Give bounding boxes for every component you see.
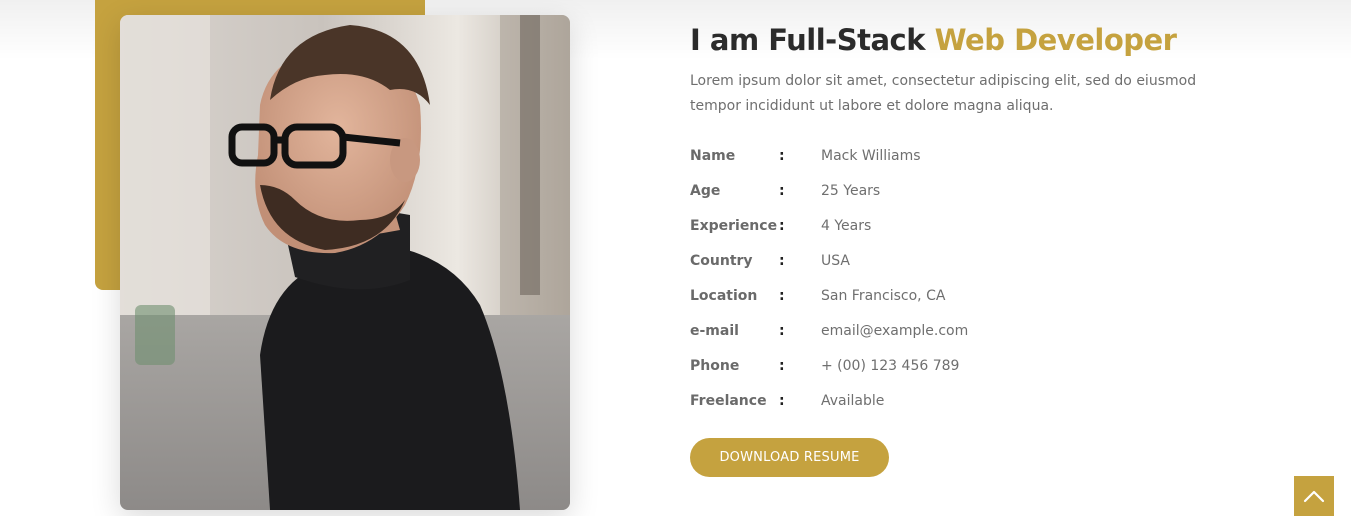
info-separator: : (779, 217, 785, 234)
info-separator: : (779, 147, 785, 164)
info-separator: : (779, 322, 785, 339)
info-row-country: Country : USA (690, 243, 1250, 278)
info-row-phone: Phone : + (00) 123 456 789 (690, 348, 1250, 383)
info-label: Phone (690, 357, 740, 374)
about-intro: Lorem ipsum dolor sit amet, consectetur … (690, 73, 1197, 114)
info-row-location: Location : San Francisco, CA (690, 278, 1250, 313)
info-value: Mack Williams (821, 147, 921, 164)
info-separator: : (779, 357, 785, 374)
chevron-up-icon (1303, 490, 1325, 503)
info-value: 4 Years (821, 217, 872, 234)
info-separator: : (779, 182, 785, 199)
profile-photo (120, 15, 570, 510)
info-row-name: Name : Mack Williams (690, 138, 1250, 173)
about-heading: I am Full-Stack Web Developer (690, 20, 1250, 60)
info-label: e-mail (690, 322, 739, 339)
info-row-age: Age : 25 Years (690, 173, 1250, 208)
info-value: 25 Years (821, 182, 881, 199)
heading-prefix: I am Full-Stack (690, 23, 935, 57)
info-label: Name (690, 147, 736, 164)
info-separator: : (779, 252, 785, 269)
info-label: Country (690, 252, 753, 269)
info-label: Freelance (690, 392, 767, 409)
scroll-top-button[interactable] (1294, 476, 1334, 516)
info-value: San Francisco, CA (821, 287, 946, 304)
heading-highlight: Web Developer (934, 23, 1177, 57)
about-content: I am Full-Stack Web Developer Lorem ipsu… (690, 20, 1250, 418)
info-row-experience: Experience : 4 Years (690, 208, 1250, 243)
info-value: Available (821, 392, 885, 409)
info-label: Experience (690, 217, 778, 234)
info-label: Age (690, 182, 721, 199)
info-separator: : (779, 392, 785, 409)
info-separator: : (779, 287, 785, 304)
info-row-freelance: Freelance : Available (690, 383, 1250, 418)
info-value: + (00) 123 456 789 (821, 357, 960, 374)
info-list: Name : Mack Williams Age : 25 Years Expe… (690, 138, 1250, 418)
info-value: email@example.com (821, 322, 969, 339)
info-row-email: e-mail : email@example.com (690, 313, 1250, 348)
info-label: Location (690, 287, 758, 304)
about-section: I am Full-Stack Web Developer Lorem ipsu… (0, 0, 1351, 516)
info-value: USA (821, 252, 850, 269)
download-resume-button[interactable]: DOWNLOAD RESUME (690, 438, 889, 477)
